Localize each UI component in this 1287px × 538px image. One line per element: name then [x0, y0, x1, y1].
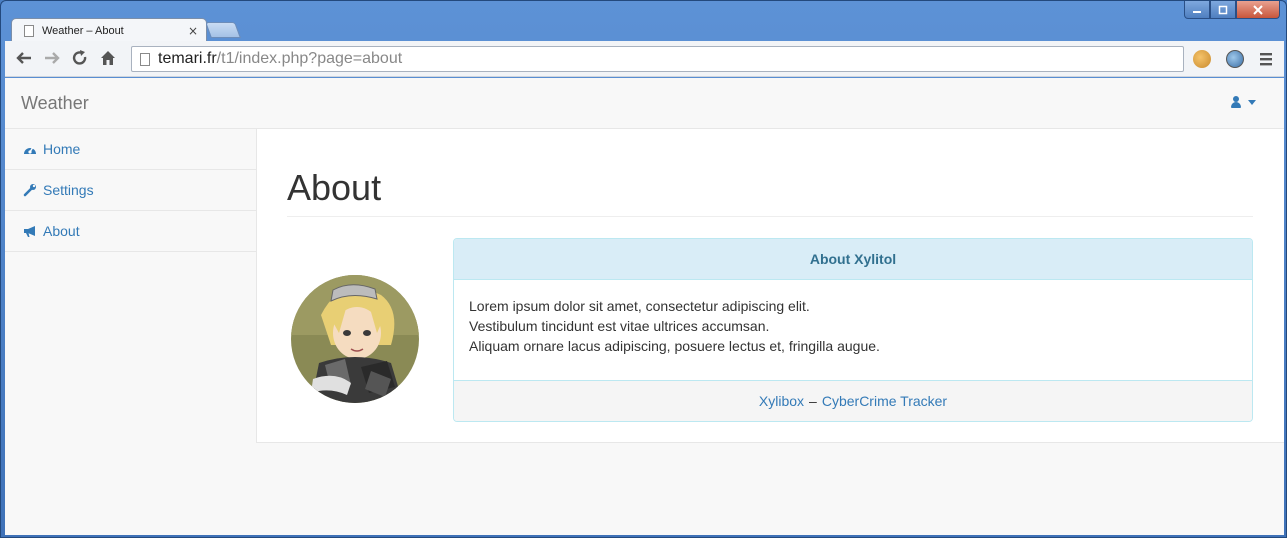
minimize-button[interactable]: [1184, 1, 1210, 19]
footer-separator: –: [809, 393, 817, 409]
page-icon: [140, 52, 150, 66]
browser-toolbar: temari.fr/t1/index.php?page=about: [5, 41, 1284, 77]
home-icon[interactable]: [99, 49, 117, 72]
url-host: temari.fr: [158, 50, 217, 67]
user-icon: [1231, 96, 1241, 108]
minimize-icon: [1193, 10, 1201, 13]
browser-tab[interactable]: Weather – About ×: [11, 18, 207, 42]
page-header: About: [287, 167, 1253, 217]
wrench-icon: [22, 183, 38, 197]
title-bar: Weather – About ×: [1, 1, 1286, 42]
close-icon: [1253, 4, 1263, 15]
panel-line: Aliquam ornare lacus adipiscing, posuere…: [469, 338, 880, 354]
panel-line: Lorem ipsum dolor sit amet, consectetur …: [469, 298, 810, 314]
sidebar-item-settings[interactable]: Settings: [5, 170, 257, 211]
avatar: [291, 275, 419, 403]
sidebar-item-home[interactable]: Home: [5, 129, 257, 170]
address-bar[interactable]: temari.fr/t1/index.php?page=about: [131, 46, 1184, 72]
main-content: About About Xylitol Lorem ipsum dolor si…: [256, 129, 1284, 443]
page-viewport: Weather Home Settings About About About …: [5, 78, 1284, 535]
xylibox-link[interactable]: Xylibox: [759, 393, 804, 409]
panel-body: Lorem ipsum dolor sit amet, consectetur …: [454, 280, 1252, 380]
new-tab-button[interactable]: [205, 22, 241, 38]
caret-down-icon: [1248, 99, 1256, 105]
page-icon: [24, 24, 34, 37]
dashboard-icon: [22, 142, 38, 156]
page-title: About: [287, 167, 382, 208]
tab-close-icon[interactable]: ×: [188, 24, 198, 38]
reload-icon[interactable]: [71, 49, 89, 72]
bullhorn-icon: [22, 224, 38, 238]
tab-title: Weather – About: [42, 24, 124, 37]
about-panel: About Xylitol Lorem ipsum dolor sit amet…: [453, 238, 1253, 422]
panel-heading: About Xylitol: [454, 239, 1252, 280]
cybercrime-tracker-link[interactable]: CyberCrime Tracker: [822, 393, 947, 409]
sidebar: Home Settings About: [5, 129, 257, 252]
sidebar-item-label: About: [43, 223, 80, 239]
globe-extension-icon[interactable]: [1226, 50, 1244, 68]
panel-line: Vestibulum tincidunt est vitae ultrices …: [469, 318, 770, 334]
panel-footer: Xylibox – CyberCrime Tracker: [454, 380, 1252, 421]
url-path: /t1/index.php?page=about: [216, 50, 403, 67]
sidebar-item-label: Settings: [43, 182, 94, 198]
maximize-icon: [1218, 5, 1228, 14]
sidebar-item-label: Home: [43, 141, 81, 157]
top-navbar: Weather: [5, 78, 1284, 129]
maximize-button[interactable]: [1210, 1, 1236, 19]
back-arrow-icon[interactable]: [15, 49, 33, 72]
window-controls: [1184, 1, 1280, 19]
sidebar-item-about[interactable]: About: [5, 211, 257, 252]
menu-icon[interactable]: [1258, 51, 1274, 72]
user-menu-button[interactable]: [1231, 96, 1256, 108]
forward-arrow-icon[interactable]: [43, 49, 61, 72]
cookie-extension-icon[interactable]: [1193, 50, 1211, 68]
close-window-button[interactable]: [1236, 1, 1280, 19]
browser-window: Weather – About × temari.fr /t1/index.ph…: [0, 0, 1287, 538]
navbar-brand[interactable]: Weather: [21, 93, 89, 114]
